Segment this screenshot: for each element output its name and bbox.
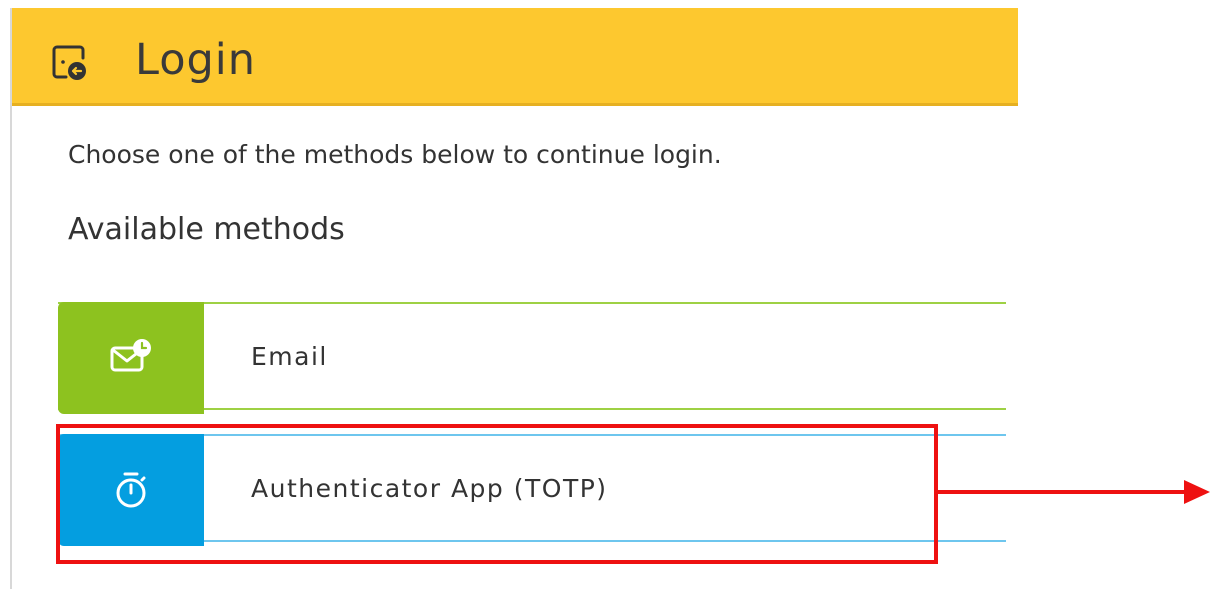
arrow-right-icon xyxy=(938,472,1212,512)
page-title: Login xyxy=(135,35,257,85)
method-email-label: Email xyxy=(251,341,328,371)
available-methods-heading: Available methods xyxy=(68,212,345,247)
method-totp-label: Authenticator App (TOTP) xyxy=(251,473,608,503)
method-email-button[interactable]: Email xyxy=(58,302,1006,414)
method-email-tile xyxy=(58,302,204,414)
intro-text: Choose one of the methods below to conti… xyxy=(68,140,722,169)
login-icon xyxy=(52,44,88,80)
method-totp-button[interactable]: Authenticator App (TOTP) xyxy=(58,434,1006,546)
login-header: Login xyxy=(12,8,1018,106)
method-totp-tile xyxy=(58,434,204,546)
login-screen: Login Choose one of the methods below to… xyxy=(0,0,1212,589)
